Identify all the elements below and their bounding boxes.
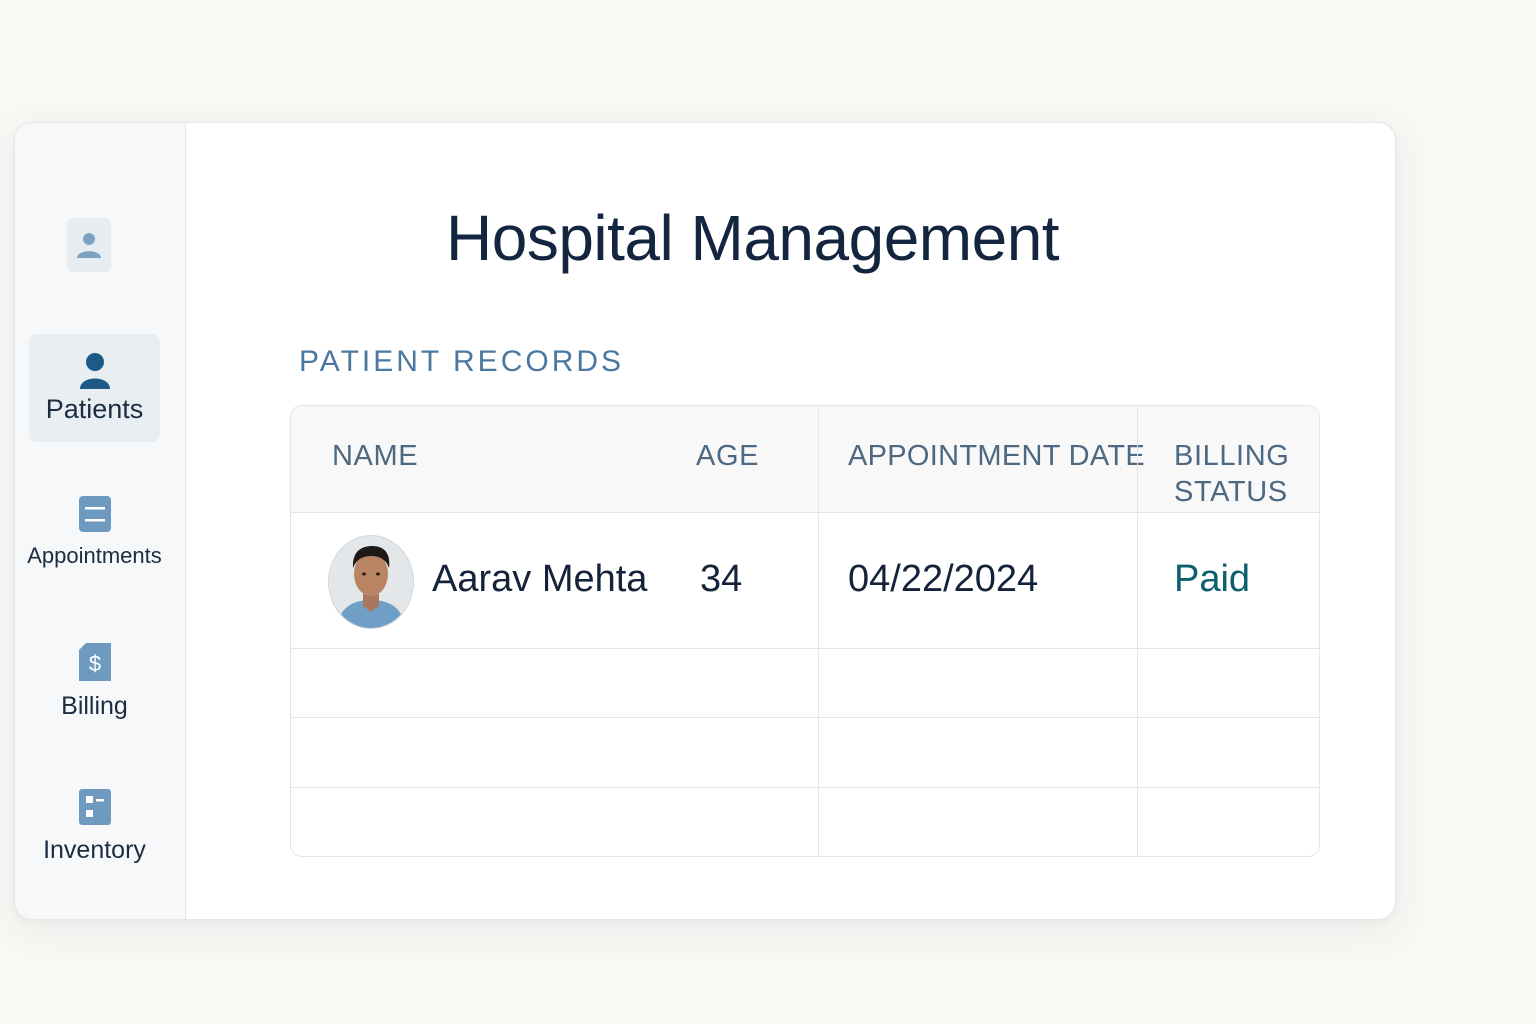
patient-records-table: NAME AGE APPOINTMENT DATE BILLING STATUS — [290, 405, 1320, 857]
table-header-row: NAME AGE APPOINTMENT DATE BILLING STATUS — [291, 406, 1319, 513]
svg-text:$: $ — [88, 651, 100, 676]
column-header-appointment-date[interactable]: APPOINTMENT DATE — [848, 438, 1145, 474]
billing-icon: $ — [78, 642, 112, 682]
appointment-date: 04/22/2024 — [848, 558, 1039, 600]
sidebar-item-label: Inventory — [43, 836, 146, 864]
column-header-billing-line1: BILLING — [1174, 440, 1290, 472]
inventory-icon — [78, 788, 112, 826]
patient-age: 34 — [700, 558, 743, 600]
sidebar-item-label: Billing — [61, 692, 128, 720]
patient-name: Aarav Mehta — [432, 558, 648, 600]
column-header-billing-status[interactable]: BILLING STATUS — [1174, 438, 1289, 510]
sidebar: Patients Appointments $ Billing Inventor… — [15, 123, 186, 919]
sidebar-item-inventory[interactable]: Inventory — [29, 788, 160, 878]
profile-avatar[interactable] — [67, 218, 111, 272]
column-divider — [1137, 406, 1138, 856]
sidebar-item-billing[interactable]: $ Billing — [29, 642, 160, 732]
sidebar-item-label: Appointments — [27, 543, 162, 568]
user-icon — [77, 233, 101, 258]
table-row-empty[interactable] — [291, 718, 1319, 788]
table-row-empty[interactable] — [291, 649, 1319, 718]
billing-status: Paid — [1174, 558, 1251, 600]
column-header-billing-line2: STATUS — [1174, 476, 1288, 508]
main-content: Hospital Management PATIENT RECORDS NAME… — [186, 123, 1395, 919]
patient-avatar — [328, 535, 414, 629]
sidebar-item-label: Patients — [45, 394, 144, 424]
sidebar-item-appointments[interactable]: Appointments — [27, 495, 162, 585]
app-window: Patients Appointments $ Billing Inventor… — [14, 122, 1396, 920]
column-header-age[interactable]: AGE — [696, 438, 759, 474]
column-divider — [818, 406, 819, 856]
table-row[interactable]: Aarav Mehta 34 04/22/2024 Paid — [291, 513, 1319, 649]
sidebar-item-patients[interactable]: Patients — [29, 334, 160, 442]
appointments-icon — [78, 495, 112, 533]
column-header-name[interactable]: NAME — [332, 438, 418, 474]
section-title: PATIENT RECORDS — [299, 345, 625, 378]
patient-icon — [79, 352, 111, 390]
page-title: Hospital Management — [446, 202, 1060, 274]
